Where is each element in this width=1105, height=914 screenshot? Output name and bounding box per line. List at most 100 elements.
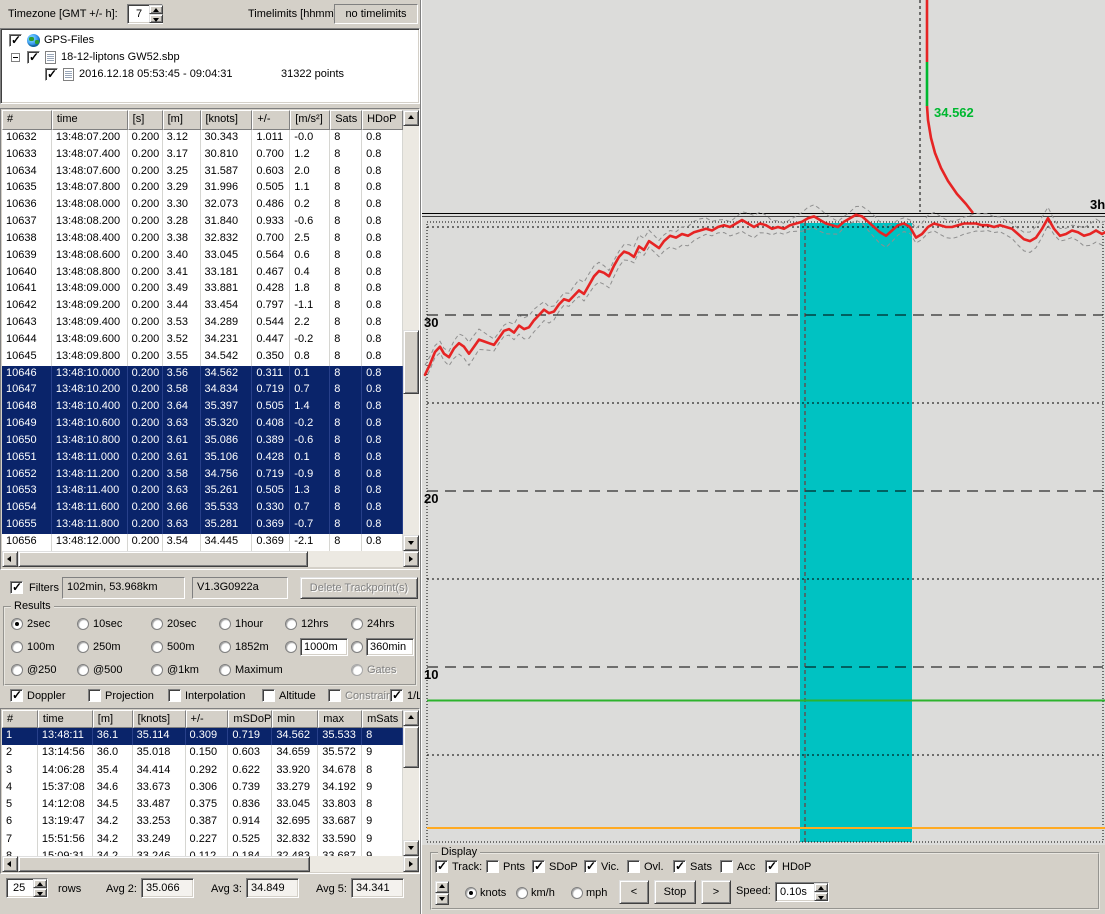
column-header[interactable]: # bbox=[2, 710, 38, 728]
column-header[interactable]: +/- bbox=[252, 110, 290, 130]
table-row[interactable]: 1063913:48:08.6000.2003.4033.0450.5640.6… bbox=[2, 248, 403, 265]
collapse-icon[interactable] bbox=[11, 53, 20, 62]
distance-input[interactable]: 1000m bbox=[300, 638, 348, 656]
results-radio[interactable] bbox=[285, 618, 297, 630]
speed-chart-canvas[interactable]: 30201034.5623h bbox=[422, 0, 1105, 845]
flag-checkbox[interactable]: ✓ bbox=[10, 689, 23, 702]
table-row[interactable]: 1063313:48:07.4000.2003.1730.8100.7001.2… bbox=[2, 147, 403, 164]
scroll-up-button[interactable] bbox=[403, 710, 419, 726]
trackpoint-table-hscrollbar[interactable] bbox=[2, 551, 419, 567]
unit-radio[interactable] bbox=[571, 887, 583, 899]
results-radio[interactable] bbox=[285, 641, 297, 653]
display-checkbox[interactable] bbox=[720, 860, 733, 873]
column-header[interactable]: [s] bbox=[128, 110, 163, 130]
table-row[interactable]: 1064713:48:10.2000.2003.5834.8340.7190.7… bbox=[2, 382, 403, 399]
spin-up-button[interactable] bbox=[435, 881, 449, 893]
table-row[interactable]: 1065513:48:11.8000.2003.6335.2810.369-0.… bbox=[2, 517, 403, 534]
display-checkbox[interactable] bbox=[627, 860, 640, 873]
table-row[interactable]: 1065313:48:11.4000.2003.6335.2610.5051.3… bbox=[2, 483, 403, 500]
tree-file-label[interactable]: 18-12-liptons GW52.sbp bbox=[61, 51, 180, 63]
table-row[interactable]: 1064413:48:09.6000.2003.5234.2310.447-0.… bbox=[2, 332, 403, 349]
table-row[interactable]: 715:51:5634.233.2490.2270.52532.83233.59… bbox=[2, 832, 403, 849]
column-header[interactable]: max bbox=[318, 710, 362, 728]
table-row[interactable]: 1064513:48:09.8000.2003.5534.5420.3500.8… bbox=[2, 349, 403, 366]
file-checkbox[interactable]: ✓ bbox=[27, 51, 40, 64]
table-row[interactable]: 1063813:48:08.4000.2003.3832.8320.7002.5… bbox=[2, 231, 403, 248]
column-header[interactable]: [knots] bbox=[133, 710, 186, 728]
results-radio[interactable] bbox=[11, 641, 23, 653]
table-row[interactable]: 1065113:48:11.0000.2003.6135.1060.4280.1… bbox=[2, 450, 403, 467]
results-radio[interactable] bbox=[151, 618, 163, 630]
table-row[interactable]: 1065413:48:11.6000.2003.6635.5330.3300.7… bbox=[2, 500, 403, 517]
table-row[interactable]: 1064913:48:10.6000.2003.6335.3200.408-0.… bbox=[2, 416, 403, 433]
column-header[interactable]: time bbox=[52, 110, 128, 130]
table-row[interactable]: 314:06:2835.434.4140.2920.62233.92034.67… bbox=[2, 763, 403, 780]
table-row[interactable]: 1064013:48:08.8000.2003.4133.1810.4670.4… bbox=[2, 265, 403, 282]
scroll-left-button[interactable] bbox=[2, 856, 18, 872]
timezone-spin-buttons[interactable] bbox=[149, 5, 163, 23]
table-row[interactable]: 613:19:4734.233.2530.3870.91432.69533.68… bbox=[2, 814, 403, 831]
results-radio[interactable] bbox=[351, 618, 363, 630]
results-radio[interactable] bbox=[151, 641, 163, 653]
results-radio[interactable] bbox=[11, 664, 23, 676]
tree-item-session[interactable]: ✓ 2016.12.18 05:53:45 - 09:04:31 31322 p… bbox=[1, 67, 417, 83]
rows-count-spin-buttons[interactable] bbox=[33, 879, 47, 897]
column-header[interactable]: [m] bbox=[93, 710, 133, 728]
display-checkbox[interactable]: ✓ bbox=[584, 860, 597, 873]
spin-down-button[interactable] bbox=[814, 892, 828, 901]
results-radio[interactable] bbox=[77, 641, 89, 653]
table-row[interactable]: 113:48:1136.135.1140.3090.71934.56235.53… bbox=[2, 728, 403, 745]
scrollbar-thumb[interactable] bbox=[403, 330, 419, 394]
flag-checkbox[interactable] bbox=[328, 689, 341, 702]
column-header[interactable]: HDoP bbox=[362, 110, 403, 130]
table-row[interactable]: 1063513:48:07.8000.2003.2931.9960.5051.1… bbox=[2, 180, 403, 197]
scroll-right-button[interactable] bbox=[403, 551, 419, 567]
speed-spin-buttons[interactable] bbox=[814, 883, 828, 901]
results-radio[interactable] bbox=[11, 618, 23, 630]
table-row[interactable]: 415:37:0834.633.6730.3060.73933.27934.19… bbox=[2, 780, 403, 797]
step-back-button[interactable]: < bbox=[619, 880, 649, 904]
column-header[interactable]: mSats bbox=[362, 710, 403, 728]
root-checkbox[interactable]: ✓ bbox=[9, 34, 22, 47]
table-row[interactable]: 1065613:48:12.0000.2003.5434.4450.369-2.… bbox=[2, 534, 403, 551]
column-header[interactable]: time bbox=[38, 710, 93, 728]
results-radio[interactable] bbox=[219, 641, 231, 653]
table-row[interactable]: 1064213:48:09.2000.2003.4433.4540.797-1.… bbox=[2, 298, 403, 315]
table-row[interactable]: 1063713:48:08.2000.2003.2831.8400.933-0.… bbox=[2, 214, 403, 231]
column-header[interactable]: min bbox=[272, 710, 318, 728]
results-table-vscrollbar[interactable] bbox=[403, 710, 419, 856]
table-row[interactable]: 1064313:48:09.4000.2003.5334.2890.5442.2… bbox=[2, 315, 403, 332]
table-row[interactable]: 815:09:3134.233.2460.1120.18432.48333.68… bbox=[2, 849, 403, 856]
filters-checkbox[interactable]: ✓ bbox=[10, 581, 23, 594]
chart-step-spin-buttons[interactable] bbox=[435, 881, 449, 905]
spin-down-button[interactable] bbox=[435, 893, 449, 905]
table-row[interactable]: 1063613:48:08.0000.2003.3032.0730.4860.2… bbox=[2, 197, 403, 214]
column-header[interactable]: [knots] bbox=[201, 110, 253, 130]
results-radio[interactable] bbox=[351, 641, 363, 653]
results-radio[interactable] bbox=[219, 618, 231, 630]
session-checkbox[interactable]: ✓ bbox=[45, 68, 58, 81]
spin-down-button[interactable] bbox=[149, 14, 163, 23]
results-radio[interactable] bbox=[351, 664, 363, 676]
results-radio[interactable] bbox=[219, 664, 231, 676]
scroll-down-button[interactable] bbox=[403, 535, 419, 551]
table-row[interactable]: 1064613:48:10.0000.2003.5634.5620.3110.1… bbox=[2, 366, 403, 383]
table-row[interactable]: 1063413:48:07.6000.2003.2531.5870.6032.0… bbox=[2, 164, 403, 181]
results-radio[interactable] bbox=[77, 664, 89, 676]
table-row[interactable]: 213:14:5636.035.0180.1500.60334.65935.57… bbox=[2, 745, 403, 762]
speed-chart[interactable]: 30201034.5623h bbox=[422, 0, 1105, 845]
delete-trackpoints-button[interactable]: Delete Trackpoint(s) bbox=[300, 577, 418, 599]
flag-checkbox[interactable]: ✓ bbox=[390, 689, 403, 702]
spin-up-button[interactable] bbox=[33, 879, 47, 888]
column-header[interactable]: Sats bbox=[330, 110, 362, 130]
table-row[interactable]: 1065013:48:10.8000.2003.6135.0860.389-0.… bbox=[2, 433, 403, 450]
distance-input[interactable]: 360min bbox=[366, 638, 414, 656]
display-checkbox[interactable]: ✓ bbox=[673, 860, 686, 873]
table-row[interactable]: 1064813:48:10.4000.2003.6435.3970.5051.4… bbox=[2, 399, 403, 416]
unit-radio[interactable] bbox=[465, 887, 477, 899]
tree-root-label[interactable]: GPS-Files bbox=[44, 34, 94, 46]
column-header[interactable]: mSDoP bbox=[228, 710, 272, 728]
results-table-hscrollbar[interactable] bbox=[2, 856, 419, 872]
flag-checkbox[interactable] bbox=[88, 689, 101, 702]
results-radio[interactable] bbox=[77, 618, 89, 630]
